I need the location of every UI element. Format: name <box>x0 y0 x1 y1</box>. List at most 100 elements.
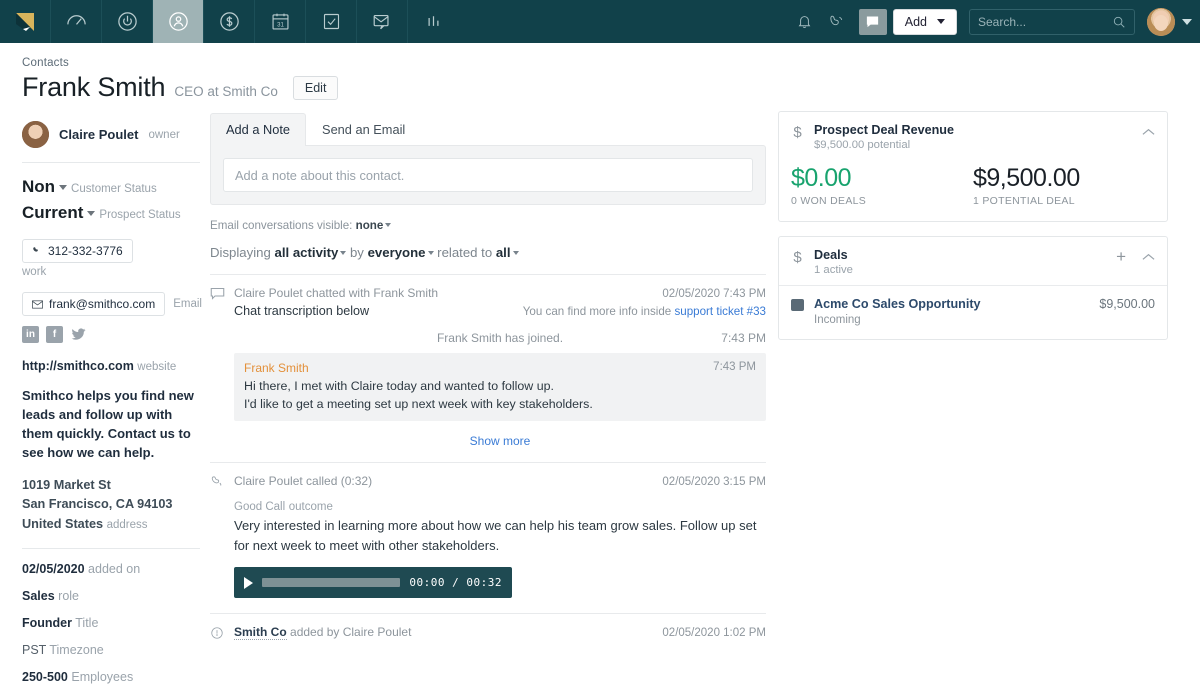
play-icon[interactable] <box>244 577 253 589</box>
email-icon[interactable] <box>357 0 408 43</box>
prospect-status-value: Current <box>22 203 83 223</box>
breadcrumb[interactable]: Contacts <box>22 57 1200 69</box>
phone-icon[interactable] <box>821 0 853 43</box>
customer-status-row[interactable]: Non Customer Status <box>22 177 200 197</box>
dollar-icon: $ <box>791 248 804 266</box>
chevron-down-icon[interactable] <box>428 251 434 255</box>
phone-row: 312-332-3776 work <box>22 239 200 278</box>
audio-progress-bar[interactable] <box>262 578 400 587</box>
activity-company-time: 02/05/2020 1:02 PM <box>662 627 766 639</box>
prospect-status-row[interactable]: Current Prospect Status <box>22 203 200 223</box>
facebook-icon[interactable]: f <box>46 326 63 343</box>
email-visibility-value[interactable]: none <box>356 219 384 232</box>
social-links: in f <box>22 326 200 343</box>
revenue-card-subtitle: $9,500.00 potential <box>814 139 1132 151</box>
field-title-label: Title <box>75 616 98 630</box>
note-input[interactable]: Add a note about this contact. <box>223 158 753 192</box>
field-employees-label: Employees <box>71 670 133 684</box>
leads-icon[interactable] <box>102 0 153 43</box>
show-more-link[interactable]: Show more <box>234 434 766 448</box>
search-placeholder: Search... <box>978 15 1026 29</box>
chat-icon[interactable] <box>859 9 887 35</box>
activity-call-time: 02/05/2020 3:15 PM <box>662 476 766 488</box>
field-timezone-label: Timezone <box>49 643 103 657</box>
activity-chat-title: Claire Poulet chatted with Frank Smith <box>234 286 438 300</box>
deal-icon <box>791 299 804 311</box>
activity-chat-time: 02/05/2020 7:43 PM <box>662 288 766 300</box>
customer-status-label: Customer Status <box>71 183 157 195</box>
metric-won-label: 0 WON DEALS <box>791 195 973 207</box>
contacts-icon[interactable] <box>153 0 204 43</box>
deal-list-item[interactable]: Acme Co Sales Opportunity Incoming $9,50… <box>779 286 1167 339</box>
plus-icon[interactable]: + <box>1116 248 1126 265</box>
top-nav-right-controls: Add Search... <box>789 0 1192 43</box>
website-link[interactable]: http://smithco.com <box>22 359 134 373</box>
tab-add-a-note[interactable]: Add a Note <box>210 113 306 146</box>
call-outcome-value: Good Call <box>234 501 285 513</box>
call-outcome: Good Call outcome <box>234 498 766 513</box>
tasks-icon[interactable] <box>306 0 357 43</box>
field-employees: 250-500 Employees <box>22 670 200 684</box>
field-role-label: role <box>58 589 79 603</box>
chat-bubble-icon <box>210 286 225 305</box>
chevron-down-icon[interactable] <box>87 211 95 216</box>
field-added-on: 02/05/2020 added on <box>22 562 200 576</box>
chevron-up-icon[interactable] <box>1142 123 1155 138</box>
owner-row[interactable]: Claire Poulet owner <box>22 121 200 148</box>
chevron-down-icon[interactable] <box>340 251 346 255</box>
filter-by-value[interactable]: everyone <box>368 245 426 260</box>
right-panel: $ Prospect Deal Revenue $9,500.00 potent… <box>778 103 1168 684</box>
filter-related-value[interactable]: all <box>496 245 511 260</box>
logo-icon[interactable] <box>0 0 51 43</box>
phone-chip[interactable]: 312-332-3776 <box>22 239 133 263</box>
filter-activity-value[interactable]: all activity <box>275 245 339 260</box>
add-button[interactable]: Add <box>893 9 957 35</box>
chevron-up-icon[interactable] <box>1142 248 1155 263</box>
email-chip[interactable]: frank@smithco.com <box>22 292 165 316</box>
deals-card-title: Deals <box>814 248 1106 262</box>
page-header: Contacts Frank Smith CEO at Smith Co Edi… <box>0 43 1200 103</box>
envelope-icon <box>32 300 43 309</box>
chat-join-text: Frank Smith has joined. <box>437 331 563 345</box>
company-icon <box>210 625 225 645</box>
prospect-status-label: Prospect Status <box>99 209 180 221</box>
chevron-down-icon[interactable] <box>385 223 391 227</box>
edit-button[interactable]: Edit <box>293 76 339 100</box>
revenue-card-title: Prospect Deal Revenue <box>814 123 1132 137</box>
audio-player[interactable]: 00:00 / 00:32 <box>234 567 512 598</box>
field-added-on-value: 02/05/2020 <box>22 562 85 576</box>
owner-avatar <box>22 121 49 148</box>
deals-icon[interactable] <box>204 0 255 43</box>
page-title: Frank Smith <box>22 72 165 103</box>
chevron-down-icon[interactable] <box>513 251 519 255</box>
filter-prefix: Displaying <box>210 245 271 260</box>
phone-value: 312-332-3776 <box>48 244 123 258</box>
chat-message-line-2: I'd like to get a meeting set up next we… <box>244 397 756 411</box>
tab-send-an-email[interactable]: Send an Email <box>306 113 421 146</box>
calendar-icon[interactable]: 31 <box>255 0 306 43</box>
filter-by-prefix: by <box>350 245 364 260</box>
reports-icon[interactable] <box>408 0 459 43</box>
linkedin-icon[interactable]: in <box>22 326 39 343</box>
user-avatar[interactable] <box>1147 8 1175 36</box>
field-title: Founder Title <box>22 616 200 630</box>
bell-icon[interactable] <box>789 0 821 43</box>
page-body: Claire Poulet owner Non Customer Status … <box>0 103 1200 684</box>
chat-join-time: 7:43 PM <box>721 331 766 345</box>
deal-stage: Incoming <box>814 314 1089 326</box>
activity-chat-note-prefix: You can find more info inside <box>523 305 671 318</box>
chat-message: Frank Smith 7:43 PM Hi there, I met with… <box>234 353 766 421</box>
activity-company-title: added by Claire Poulet <box>290 625 411 639</box>
sidebar-divider-2 <box>22 548 200 549</box>
chevron-down-icon[interactable] <box>59 185 67 190</box>
email-label: Email <box>173 298 202 310</box>
owner-label: owner <box>148 129 179 141</box>
page-subtitle: CEO at Smith Co <box>174 84 278 99</box>
field-added-on-label: added on <box>88 562 140 576</box>
user-menu-chevron-down-icon[interactable] <box>1182 19 1192 25</box>
twitter-icon[interactable] <box>70 326 87 343</box>
dashboard-icon[interactable] <box>51 0 102 43</box>
search-input[interactable]: Search... <box>969 9 1135 35</box>
customer-status-value: Non <box>22 177 55 197</box>
support-ticket-link[interactable]: support ticket #33 <box>674 305 766 318</box>
